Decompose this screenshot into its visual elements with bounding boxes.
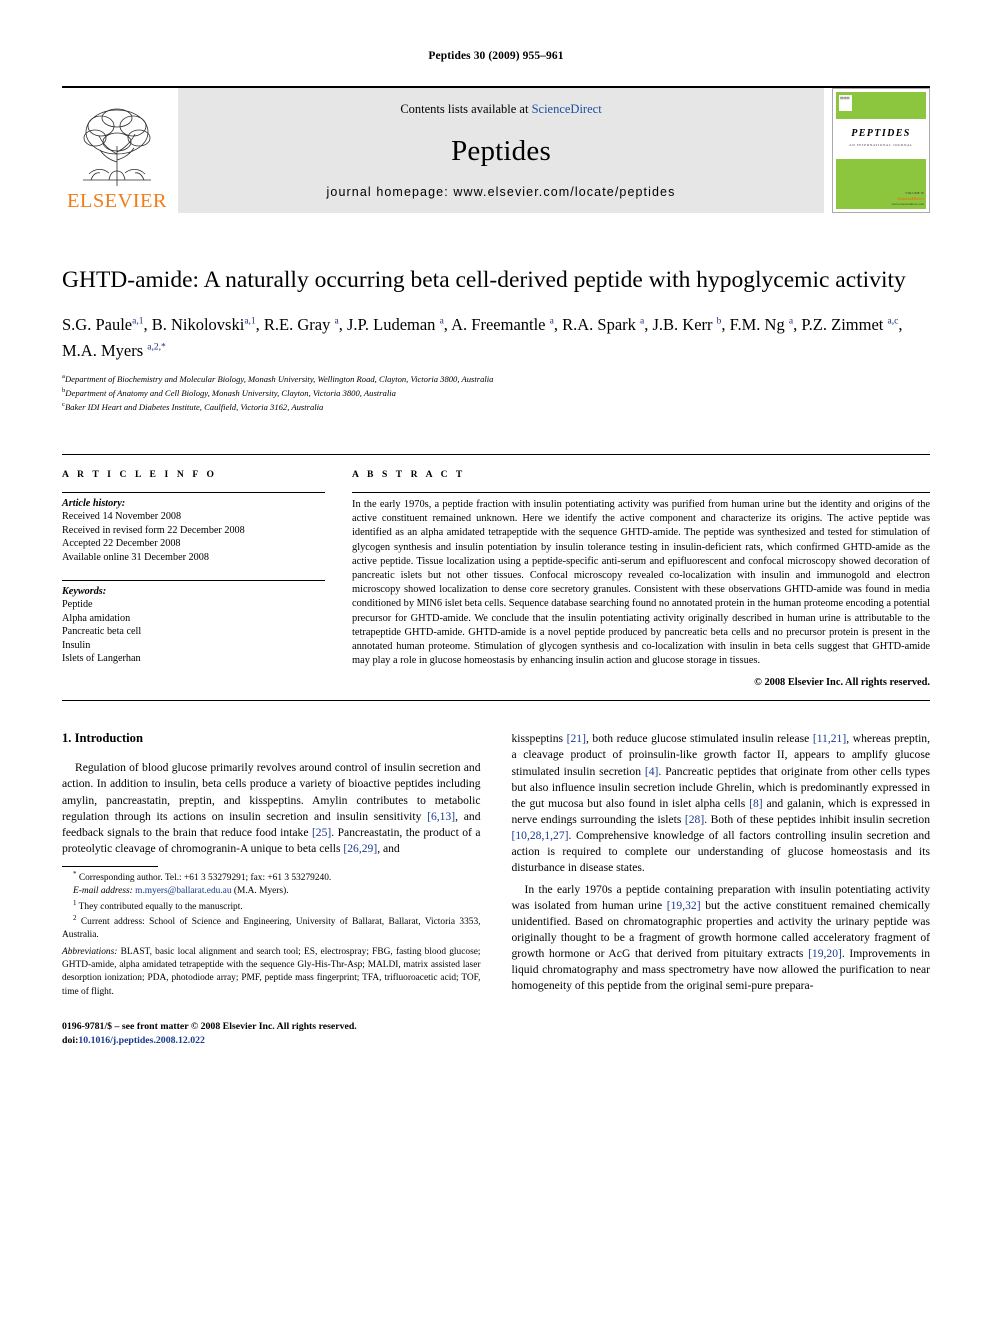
article-info-column: A R T I C L E I N F O Article history: R… bbox=[62, 469, 343, 688]
article-history-item: Available online 31 December 2008 bbox=[62, 551, 209, 563]
cover-title: PEPTIDES bbox=[851, 127, 911, 139]
article-history-item: Received in revised form 22 December 200… bbox=[62, 524, 245, 536]
paragraph: In the early 1970s a peptide containing … bbox=[511, 882, 931, 993]
affiliation-list: aDepartment of Biochemistry and Molecula… bbox=[62, 372, 930, 414]
divider bbox=[62, 491, 325, 493]
info-abstract-band: A R T I C L E I N F O Article history: R… bbox=[62, 453, 930, 702]
journal-title: Peptides bbox=[451, 134, 551, 167]
doi-link[interactable]: 10.1016/j.peptides.2008.12.022 bbox=[78, 1035, 205, 1046]
article-info-heading: A R T I C L E I N F O bbox=[62, 468, 218, 480]
running-head: Peptides 30 (2009) 955–961 bbox=[428, 50, 564, 62]
journal-homepage[interactable]: journal homepage: www.elsevier.com/locat… bbox=[327, 185, 676, 199]
cover-chip-icon: ▤▤▤ bbox=[839, 95, 852, 111]
article-history-item: Received 14 November 2008 bbox=[62, 510, 182, 522]
keyword-item: Pancreatic beta cell bbox=[62, 626, 142, 638]
imprint-issn-line: 0196-9781/$ – see front matter © 2008 El… bbox=[62, 1021, 357, 1033]
keyword-item: Peptide bbox=[62, 599, 93, 611]
body-column-left: 1. Introduction Regulation of blood gluc… bbox=[62, 731, 481, 1048]
affiliation-text: Department of Anatomy and Cell Biology, … bbox=[65, 387, 396, 398]
divider bbox=[352, 491, 930, 493]
paper-page: Peptides 30 (2009) 955–961 ELSEVIER Cont… bbox=[0, 0, 992, 1323]
cover-footer: VOLUME 30 ScienceDirect www.sciencedirec… bbox=[892, 191, 924, 207]
imprint-doi-line: doi:10.1016/j.peptides.2008.12.022 bbox=[62, 1034, 481, 1048]
imprint-block: 0196-9781/$ – see front matter © 2008 El… bbox=[62, 1020, 481, 1048]
keyword-item: Islets of Langerhan bbox=[62, 653, 141, 665]
footnote-block: * Corresponding author. Tel.: +61 3 5327… bbox=[62, 865, 481, 999]
affiliation-text: Baker IDI Heart and Diabetes Institute, … bbox=[64, 401, 324, 412]
keyword-item: Alpha amidation bbox=[62, 612, 131, 624]
journal-cover-thumbnail: ▤▤▤ PEPTIDES AN INTERNATIONAL JOURNAL VO… bbox=[832, 88, 930, 213]
elsevier-tree-icon bbox=[83, 108, 151, 186]
cover-mid-band: VOLUME 30 ScienceDirect www.sciencedirec… bbox=[836, 158, 926, 209]
page-title: GHTD-amide: A naturally occurring beta c… bbox=[62, 267, 906, 293]
footnote-corresponding-author: * Corresponding author. Tel.: +61 3 5327… bbox=[73, 869, 332, 883]
journal-masthead: ELSEVIER Contents lists available at Sci… bbox=[62, 86, 930, 213]
affiliation-text: Department of Biochemistry and Molecular… bbox=[64, 374, 494, 385]
abstract-copyright: © 2008 Elsevier Inc. All rights reserved… bbox=[754, 677, 930, 689]
paragraph: Regulation of blood glucose primarily re… bbox=[62, 761, 481, 855]
footnote-abbreviations: Abbreviations: BLAST, basic local alignm… bbox=[62, 946, 481, 997]
doi-prefix: doi: bbox=[62, 1035, 79, 1047]
cover-subtitle: AN INTERNATIONAL JOURNAL bbox=[849, 142, 913, 147]
divider bbox=[62, 580, 325, 582]
keyword-item: Insulin bbox=[62, 639, 91, 651]
section-heading-introduction: 1. Introduction bbox=[62, 731, 143, 746]
body-column-right: kisspeptins [21], both reduce glucose st… bbox=[512, 731, 931, 1048]
article-history-label: Article history: bbox=[62, 497, 126, 509]
abstract-text: In the early 1970s, a peptide fraction w… bbox=[352, 498, 930, 667]
sciencedirect-panel: Contents lists available at ScienceDirec… bbox=[178, 88, 824, 213]
footnote-note-1: 1 They contributed equally to the manusc… bbox=[73, 898, 243, 912]
footnote-note-2: 2 Current address: School of Science and… bbox=[62, 913, 481, 941]
affiliation-item: bDepartment of Anatomy and Cell Biology,… bbox=[62, 386, 930, 400]
elsevier-wordmark: ELSEVIER bbox=[67, 189, 167, 212]
affiliation-item: cBaker IDI Heart and Diabetes Institute,… bbox=[62, 400, 930, 414]
keywords-label: Keywords: bbox=[62, 586, 107, 598]
cover-url: www.sciencedirect.com bbox=[891, 202, 924, 207]
article-history-item: Accepted 22 December 2008 bbox=[62, 538, 181, 550]
contents-prefix: Contents lists available at bbox=[400, 102, 532, 116]
abstract-column: A B S T R A C T In the early 1970s, a pe… bbox=[343, 469, 930, 688]
footnote-email[interactable]: E-mail address: m.myers@ballarat.edu.au … bbox=[62, 885, 481, 898]
abstract-heading: A B S T R A C T bbox=[352, 468, 466, 480]
body-columns: 1. Introduction Regulation of blood gluc… bbox=[62, 731, 930, 1048]
elsevier-logo: ELSEVIER bbox=[62, 88, 172, 213]
sciencedirect-link[interactable]: ScienceDirect bbox=[532, 102, 602, 116]
contents-available-line: Contents lists available at ScienceDirec… bbox=[400, 102, 601, 117]
cover-top-band: ▤▤▤ bbox=[836, 92, 926, 119]
affiliation-item: aDepartment of Biochemistry and Molecula… bbox=[62, 372, 930, 386]
paragraph: kisspeptins [21], both reduce glucose st… bbox=[511, 732, 931, 874]
author-list: S.G. Paulea,1, B. Nikolovskia,1, R.E. Gr… bbox=[62, 315, 903, 360]
